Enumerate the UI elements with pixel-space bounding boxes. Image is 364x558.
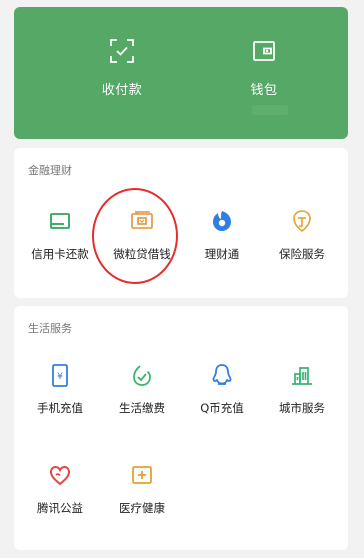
- life-services-section: 生活服务 ¥ 手机充值 生活缴费 Q币充值 城市服务 腾讯公益 医疗健康: [14, 306, 348, 550]
- annotation-circle: [92, 188, 178, 284]
- city-services-button[interactable]: 城市服务: [260, 362, 344, 422]
- insurance-service-button[interactable]: 保险服务: [260, 208, 344, 268]
- city-service-icon: [292, 367, 312, 385]
- wallet-balance-redacted: [252, 105, 288, 115]
- utilities-icon: [133, 365, 151, 386]
- licaitong-label: 理财通: [204, 247, 240, 261]
- tencent-charity-button[interactable]: 腾讯公益: [18, 462, 102, 522]
- finance-section-title: 金融理财: [28, 164, 72, 177]
- svg-text:¥: ¥: [57, 372, 63, 382]
- utility-bills-button[interactable]: 生活缴费: [100, 362, 184, 422]
- life-services-section-title: 生活服务: [28, 322, 72, 335]
- receive-pay-button[interactable]: 收付款: [62, 37, 182, 117]
- insurance-icon: [293, 210, 311, 233]
- city-services-label: 城市服务: [279, 401, 325, 415]
- credit-card-repayment-button[interactable]: 信用卡还款: [18, 208, 102, 268]
- wallet-services-page: 收付款 钱包 金融理财 信用卡还款 微粒贷借钱 理财通 保险服务 生活服务 ¥ …: [0, 0, 364, 558]
- mobile-topup-label: 手机充值: [37, 401, 83, 415]
- credit-card-repayment-label: 信用卡还款: [31, 247, 89, 261]
- phone-topup-icon: ¥: [52, 364, 68, 387]
- receive-pay-label: 收付款: [101, 83, 143, 98]
- qcoin-topup-button[interactable]: Q币充值: [180, 362, 264, 422]
- licaitong-icon: [213, 211, 231, 231]
- wallet-header-card: 收付款 钱包: [14, 7, 348, 139]
- wallet-icon: [253, 41, 275, 61]
- medical-health-button[interactable]: 医疗健康: [100, 462, 184, 522]
- qcoin-topup-label: Q币充值: [200, 401, 244, 415]
- mobile-topup-button[interactable]: ¥ 手机充值: [18, 362, 102, 422]
- medical-health-label: 医疗健康: [119, 501, 165, 515]
- charity-icon: [49, 465, 71, 486]
- health-icon: [132, 466, 152, 484]
- utility-bills-label: 生活缴费: [119, 401, 165, 415]
- wallet-label: 钱包: [250, 83, 278, 98]
- finance-section: 金融理财 信用卡还款 微粒贷借钱 理财通 保险服务: [14, 148, 348, 298]
- scan-pay-icon: [110, 39, 134, 63]
- qcoin-icon: [212, 364, 232, 385]
- licaitong-button[interactable]: 理财通: [180, 208, 264, 268]
- insurance-service-label: 保险服务: [279, 247, 325, 261]
- tencent-charity-label: 腾讯公益: [37, 501, 83, 515]
- credit-card-icon: [50, 213, 70, 229]
